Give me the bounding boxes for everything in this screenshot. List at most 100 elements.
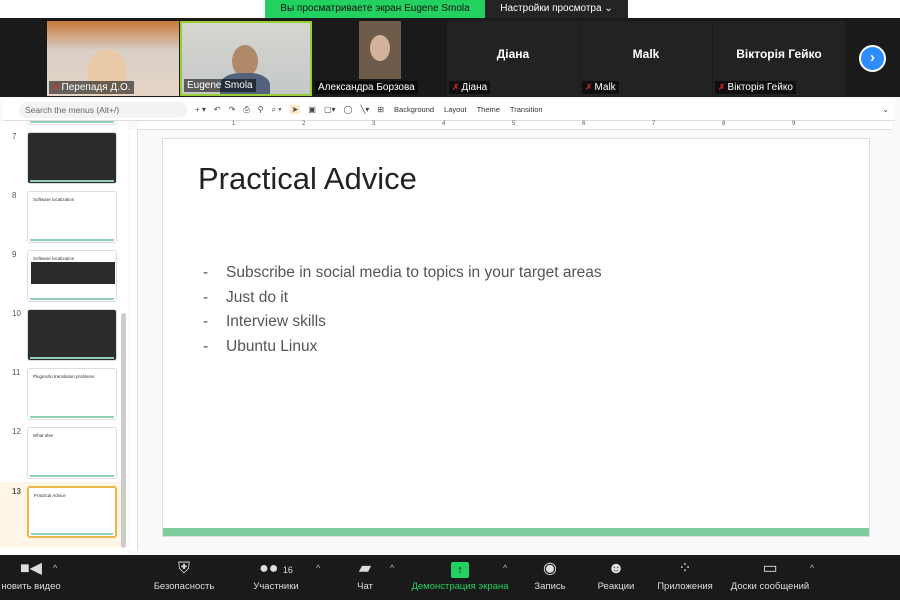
thumbnail-title: Software localization	[33, 256, 75, 261]
participant-display-name: Malk	[632, 47, 660, 61]
share-options-caret[interactable]: ^	[503, 563, 507, 573]
whiteboards-button[interactable]: ▭ Доски сообщений	[727, 557, 813, 592]
button-label: Демонстрация экрана	[411, 581, 509, 592]
bullet-item: - Interview skills	[203, 313, 326, 330]
transition-button[interactable]: Transition	[510, 105, 543, 114]
comment-icon[interactable]: ⊞	[377, 105, 384, 114]
collapse-toolbar-icon[interactable]: ⌄	[882, 105, 889, 114]
slide-number: 8	[12, 191, 17, 200]
button-label: Реакции	[597, 581, 635, 592]
select-cursor-icon[interactable]: ➤	[289, 105, 301, 114]
reactions-button[interactable]: ☻ Реакции	[594, 557, 638, 592]
slide-number: 9	[12, 250, 17, 259]
participant-display-name: Вікторія Гейко	[736, 47, 822, 61]
next-participants-button[interactable]: ›	[859, 45, 886, 72]
mic-muted-icon: ✗	[718, 82, 726, 92]
participants-options-caret[interactable]: ^	[316, 563, 320, 573]
button-label: Приложения	[657, 581, 713, 592]
chat-options-caret[interactable]: ^	[390, 563, 394, 573]
screen-share-banner: Вы просматриваете экран Eugene Smola	[265, 0, 485, 18]
view-options-button[interactable]: Настройки просмотра ⌄	[485, 0, 628, 18]
button-label: Запись	[534, 581, 566, 592]
slide-accent-bar	[163, 528, 869, 536]
participant-tile[interactable]: ✗ Перепадя Д.О.	[47, 21, 179, 96]
zoom-icon[interactable]: ⌕ ▾	[272, 105, 282, 115]
slide-number: 11	[12, 368, 21, 377]
participant-tile-active-speaker[interactable]: Eugene Smola	[180, 21, 312, 96]
ruler-tick-label: 9	[792, 121, 796, 127]
whiteboards-options-caret[interactable]: ^	[810, 563, 814, 573]
slide-thumbnail[interactable]	[27, 121, 117, 125]
security-button[interactable]: ⛨ Безопасность	[150, 557, 218, 592]
participant-tile[interactable]: Діана ✗ Діана	[447, 21, 579, 96]
share-arrow-icon: ↑	[451, 562, 469, 578]
ruler-tick-label: 2	[302, 121, 306, 127]
slide-filmstrip: 7 8 Software localization 9 Software loc…	[0, 121, 128, 555]
paint-format-icon[interactable]: ⚲	[258, 105, 264, 114]
record-button[interactable]: ◉ Запись	[528, 557, 572, 592]
background-button[interactable]: Background	[394, 105, 434, 114]
ruler-tick-label: 7	[652, 121, 656, 127]
participant-name: Вікторія Гейко	[727, 82, 793, 93]
slide-thumbnail[interactable]	[27, 132, 117, 184]
chevron-down-icon: ⌄	[604, 3, 613, 14]
chevron-right-icon: ›	[870, 49, 875, 66]
participant-tile[interactable]: Александра Борзова	[313, 21, 445, 96]
image-icon[interactable]: ▢▾	[324, 105, 336, 114]
participant-tile[interactable]: Вікторія Гейко ✗ Вікторія Гейко	[713, 21, 845, 96]
print-icon[interactable]: ⎙	[243, 105, 249, 115]
new-slide-icon[interactable]: + ▾	[195, 105, 206, 114]
ruler-tick-label: 5	[512, 121, 516, 127]
shape-icon[interactable]: ◯	[344, 105, 353, 114]
button-label: Участники	[253, 581, 299, 592]
video-feed	[359, 21, 401, 79]
slide-number: 7	[12, 132, 17, 141]
ruler-tick-label: 8	[722, 121, 726, 127]
ruler-tick-label: 3	[372, 121, 376, 127]
slide-title[interactable]: Practical Advice	[198, 161, 417, 197]
view-options-label: Настройки просмотра	[500, 3, 602, 14]
slide-thumbnail[interactable]: What else	[27, 427, 117, 479]
slide-number: 13	[12, 487, 21, 496]
slide-thumbnail[interactable]	[27, 309, 117, 361]
participant-name: Діана	[461, 82, 488, 93]
theme-button[interactable]: Theme	[477, 105, 500, 114]
button-label: новить видео	[1, 581, 61, 592]
avatar	[370, 35, 390, 61]
layout-button[interactable]: Layout	[444, 105, 467, 114]
slide-thumbnail[interactable]: Plugins/to translation problems	[27, 368, 117, 420]
line-icon[interactable]: ╲▾	[360, 105, 369, 114]
chat-button[interactable]: ▰ Чат	[350, 557, 380, 592]
participant-tile[interactable]: Malk ✗ Malk	[580, 21, 712, 96]
bullet-item: - Ubuntu Linux	[203, 337, 318, 355]
bullet-item: - Just do it	[203, 288, 289, 306]
vertical-ruler	[129, 130, 138, 550]
redo-icon[interactable]: ↷	[229, 105, 236, 114]
slide-thumbnail[interactable]: Software localization	[27, 191, 117, 243]
participant-name: Перепадя Д.О.	[61, 82, 131, 93]
text-box-icon[interactable]: ▣	[308, 105, 316, 114]
meeting-controls: ■◀ новить видео ^ ⛨ Безопасность ●● 16 Учас…	[0, 555, 900, 600]
share-screen-button[interactable]: ↑ Демонстрация экрана	[405, 557, 515, 592]
thumbnail-title: Practical Advice	[34, 493, 66, 498]
ruler-tick-label: 1	[232, 121, 236, 127]
apps-button[interactable]: ⁘ Приложения	[654, 557, 716, 592]
button-label: Чат	[357, 581, 373, 592]
slide-number: 12	[12, 427, 21, 436]
horizontal-ruler: 1 2 3 4 5 6 7 8 9	[138, 121, 892, 130]
undo-icon[interactable]: ↶	[214, 105, 221, 114]
slide-thumbnail[interactable]: Software localization	[27, 250, 117, 302]
slide-canvas[interactable]: Practical Advice - Subscribe in social me…	[162, 138, 870, 537]
slide-bullet-list[interactable]: - Subscribe in social media to topics in …	[203, 264, 602, 362]
participant-display-name: Діана	[496, 47, 530, 61]
filmstrip-scrollbar[interactable]	[121, 313, 126, 548]
slide-thumbnail-selected[interactable]: Practical Advice	[27, 486, 117, 538]
button-label: Безопасность	[153, 581, 215, 592]
thumbnail-title: Plugins/to translation problems	[33, 374, 95, 379]
participants-button[interactable]: ●● 16 Участники	[248, 557, 304, 592]
video-options-caret[interactable]: ^	[53, 563, 57, 573]
apps-icon: ⁘	[678, 560, 692, 577]
search-menus-input[interactable]: Search the menus (Alt+/)	[19, 101, 187, 118]
slide-number: 10	[12, 309, 21, 318]
bullet-item: - Subscribe in social media to topics in …	[203, 264, 602, 281]
